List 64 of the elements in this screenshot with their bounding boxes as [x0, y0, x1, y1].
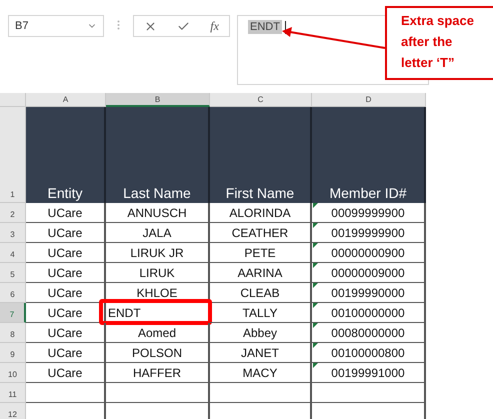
table-cell: HAFFER	[106, 363, 210, 383]
column-header[interactable]: C	[210, 93, 312, 107]
table-cell: UCare	[26, 203, 106, 223]
table-cell: UCare	[26, 363, 106, 383]
column-header[interactable]: A	[26, 93, 106, 107]
grip-icon	[117, 20, 120, 30]
cell-reference: B7	[15, 20, 28, 32]
table-cell: UCare	[26, 263, 106, 283]
table-cell: Abbey	[210, 323, 312, 343]
table-cell: 00000000900	[312, 243, 426, 263]
table-cell: 00199990000	[312, 283, 426, 303]
insert-function-button[interactable]: fx	[210, 18, 219, 34]
table-cell: KHLOE	[106, 283, 210, 303]
table-cell: UCare	[26, 343, 106, 363]
row-number[interactable]: 6	[0, 283, 26, 303]
header-cell: Last Name	[106, 107, 210, 203]
table-cell: UCare	[26, 323, 106, 343]
row-number[interactable]: 5	[0, 263, 26, 283]
header-cell: First Name	[210, 107, 312, 203]
table-cell: JALA	[106, 223, 210, 243]
table-cell: LIRUK JR	[106, 243, 210, 263]
check-icon[interactable]	[177, 20, 190, 32]
table-cell: UCare	[26, 283, 106, 303]
row-number[interactable]: 10	[0, 363, 26, 383]
row-number[interactable]: 9	[0, 343, 26, 363]
table-cell: CLEAB	[210, 283, 312, 303]
table-cell: 00000009000	[312, 263, 426, 283]
row-number[interactable]: 4	[0, 243, 26, 263]
row-number[interactable]: 3	[0, 223, 26, 243]
table-cell: ALORINDA	[210, 203, 312, 223]
table-cell: 00099999900	[312, 203, 426, 223]
table-cell: MACY	[210, 363, 312, 383]
table-cell: 00080000000	[312, 323, 426, 343]
row-number[interactable]: 8	[0, 323, 26, 343]
table-cell: 00100000800	[312, 343, 426, 363]
table-cell: AARINA	[210, 263, 312, 283]
table-cell: POLSON	[106, 343, 210, 363]
table-cell: 00100000000	[312, 303, 426, 323]
table-cell: UCare	[26, 223, 106, 243]
cancel-icon[interactable]	[144, 20, 158, 32]
table-cell: PETE	[210, 243, 312, 263]
table-cell: LIRUK	[106, 263, 210, 283]
table-cell: UCare	[26, 243, 106, 263]
header-cell: Entity	[26, 107, 106, 203]
table-cell: TALLY	[210, 303, 312, 323]
table-cell: 00199999900	[312, 223, 426, 243]
row-number[interactable]: 2	[0, 203, 26, 223]
table-cell: ENDT	[106, 303, 210, 323]
formula-value: ENDT	[248, 20, 282, 34]
row-number[interactable]: 12	[0, 403, 26, 419]
row-number[interactable]: 11	[0, 383, 26, 403]
name-box[interactable]: B7	[8, 15, 104, 37]
column-header[interactable]: D	[312, 93, 426, 107]
table-cell: UCare	[26, 303, 106, 323]
table-cell: JANET	[210, 343, 312, 363]
table-cell: Aomed	[106, 323, 210, 343]
table-cell: CEATHER	[210, 223, 312, 243]
column-header[interactable]: B	[106, 93, 210, 107]
row-number[interactable]: 7	[0, 303, 26, 323]
table-cell: ANNUSCH	[106, 203, 210, 223]
callout-note: Extra space after the letter ‘T”	[385, 6, 493, 80]
table-cell: 00199991000	[312, 363, 426, 383]
row-number[interactable]: 1	[0, 107, 26, 203]
header-cell: Member ID#	[312, 107, 426, 203]
